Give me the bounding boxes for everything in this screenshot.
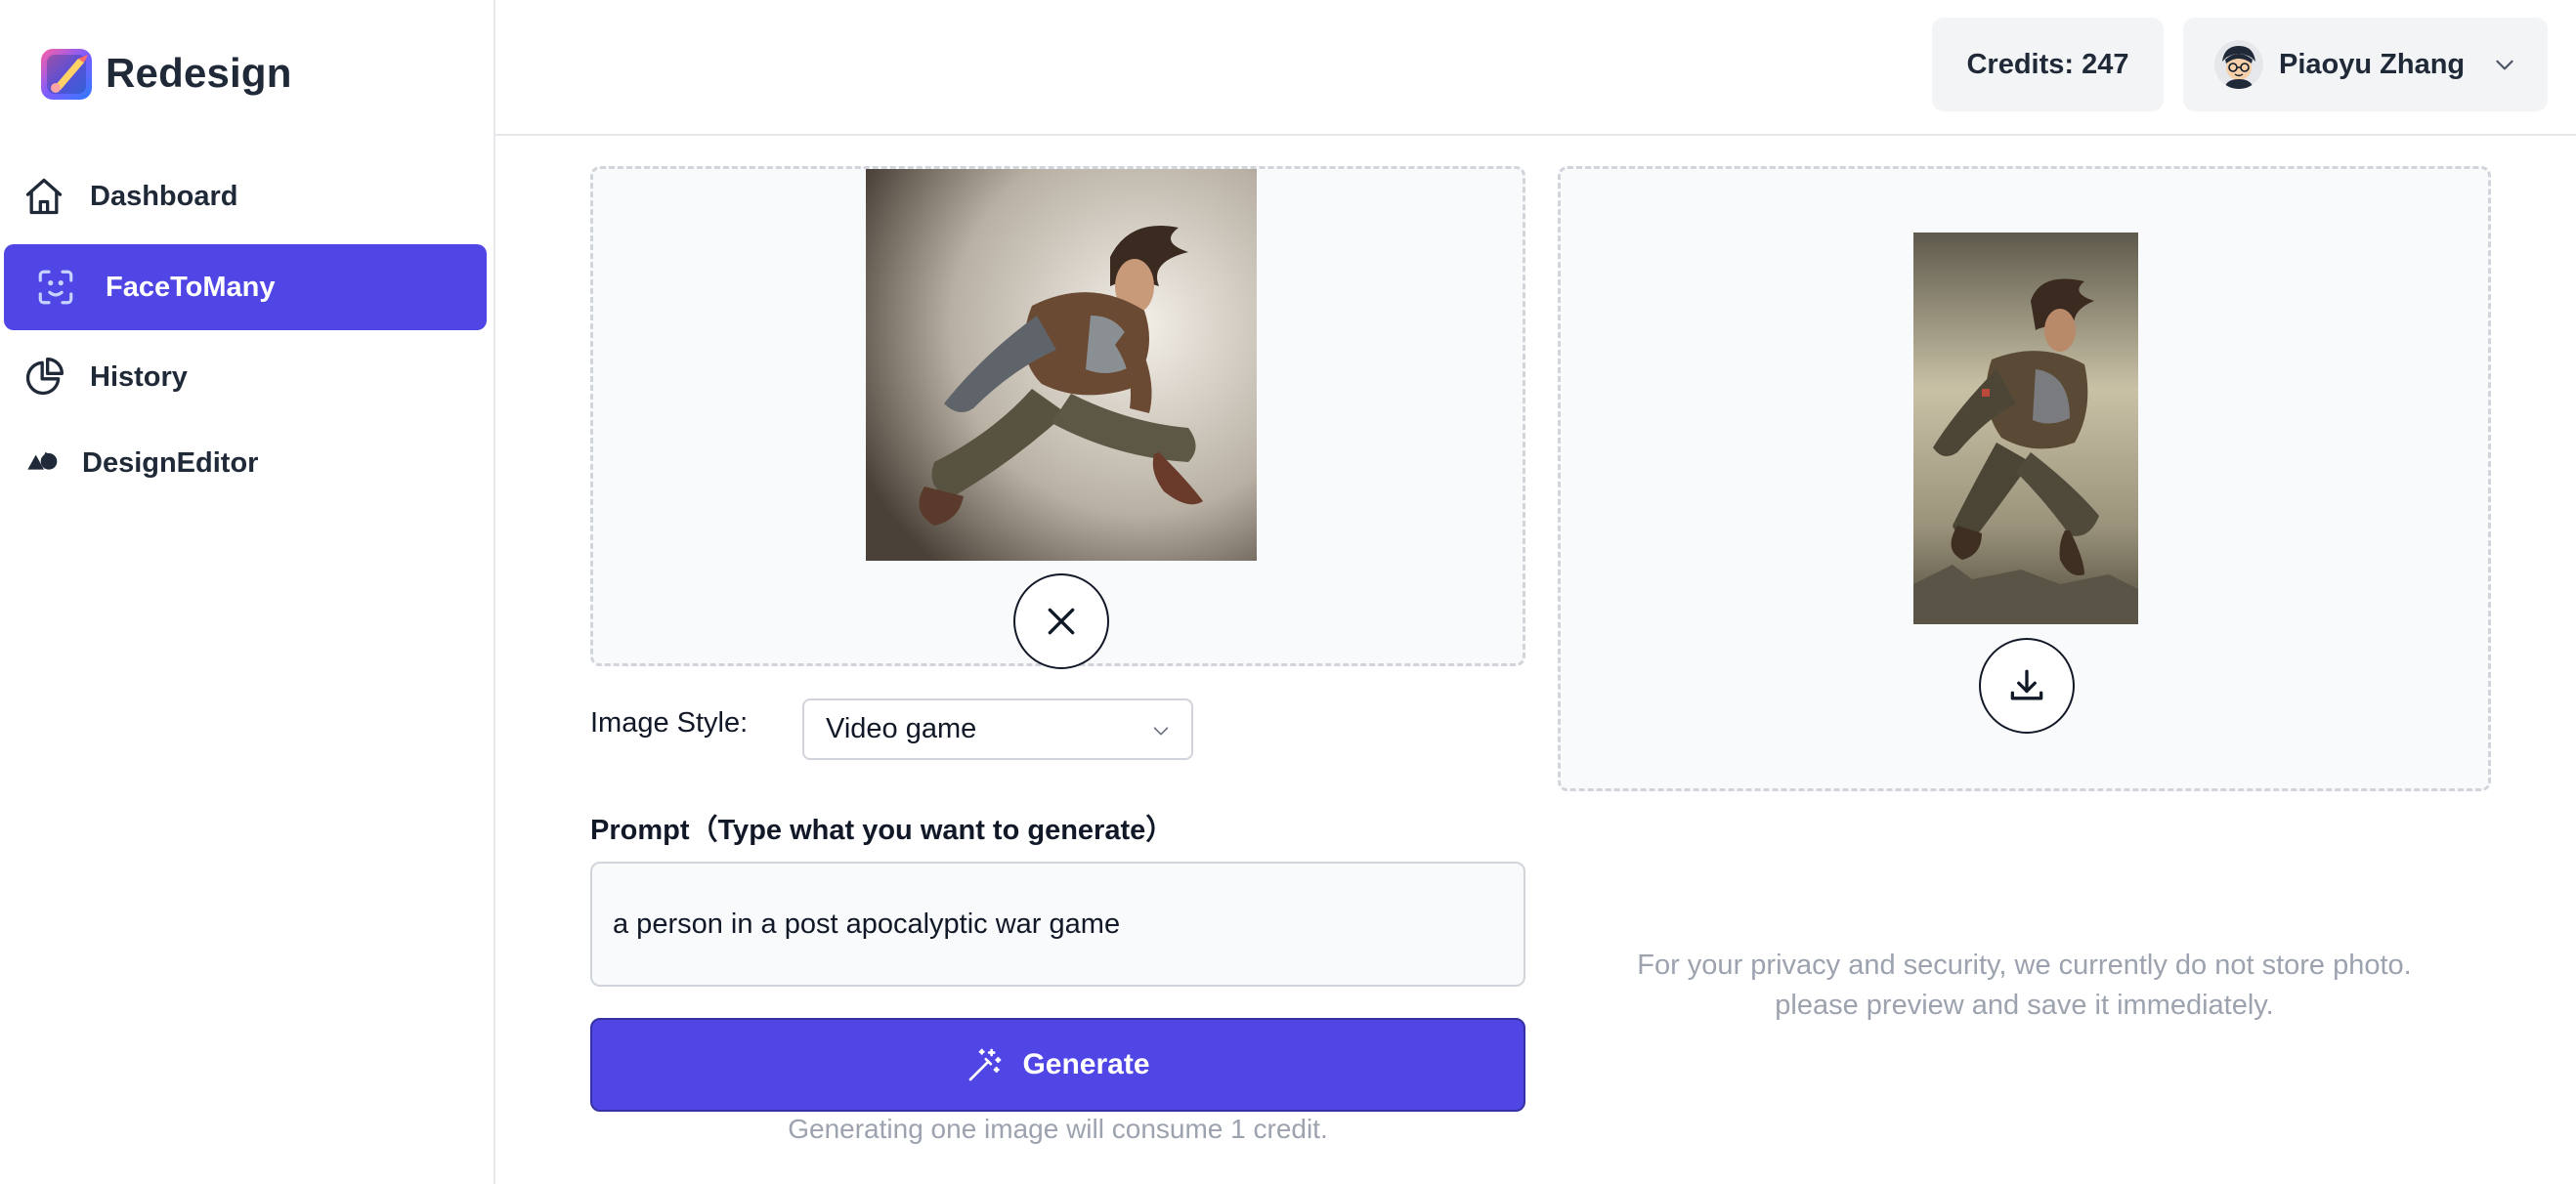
remove-image-button[interactable] [1013, 573, 1109, 669]
prompt-input[interactable] [590, 862, 1525, 987]
prompt-label: Prompt（Type what you want to generate） [590, 815, 1175, 846]
result-image [1913, 233, 2138, 624]
brand[interactable]: Redesign [39, 43, 292, 104]
user-name: Piaoyu Zhang [2279, 48, 2466, 80]
image-style-value: Video game [826, 713, 977, 744]
source-image [866, 169, 1257, 561]
upload-dropzone[interactable] [590, 166, 1525, 669]
sidebar-item-label: DesignEditor [82, 446, 259, 479]
top-header: Credits: 247 Piaoyu Zhang [495, 0, 2576, 136]
generate-button[interactable]: Generate [590, 1018, 1525, 1112]
download-button[interactable] [1979, 638, 2075, 734]
user-menu-button[interactable]: Piaoyu Zhang [2183, 18, 2548, 111]
magic-wand-icon [969, 1048, 1002, 1081]
image-style-label: Image Style: [590, 707, 749, 739]
chevron-down-icon [2496, 60, 2513, 70]
sidebar-item-label: Dashboard [90, 180, 238, 212]
home-icon [21, 174, 66, 219]
sidebar-item-designeditor[interactable]: DesignEditor [4, 420, 487, 506]
sidebar: Redesign Dashboard FaceToMany History De… [0, 0, 495, 1184]
sidebar-item-facetomany[interactable]: FaceToMany [4, 244, 487, 330]
sidebar-item-label: FaceToMany [106, 271, 276, 303]
shapes-icon [21, 441, 66, 486]
credits-badge: Credits: 247 [1932, 18, 2164, 111]
paint-brush-logo-icon [41, 49, 92, 100]
sidebar-item-dashboard[interactable]: Dashboard [4, 153, 487, 239]
download-icon [2010, 669, 2043, 700]
privacy-note-line1: For your privacy and security, we curren… [1637, 950, 2412, 981]
close-icon [1048, 608, 1075, 635]
app-root: Redesign Dashboard FaceToMany History De… [0, 0, 2576, 1184]
image-style-select[interactable]: Video game [802, 698, 1193, 760]
credit-consumption-note: Generating one image will consume 1 cred… [788, 1114, 1328, 1144]
sidebar-item-label: History [90, 360, 188, 393]
result-panel [1558, 166, 2491, 791]
credits-label: Credits: 247 [1966, 48, 2129, 80]
avatar [2214, 40, 2263, 89]
generate-label: Generate [1022, 1048, 1150, 1080]
privacy-note: For your privacy and security, we curren… [1558, 946, 2491, 1026]
chevron-down-icon [1153, 727, 1169, 736]
pie-chart-icon [21, 355, 66, 400]
privacy-note-line2: please preview and save it immediately. [1775, 990, 2274, 1021]
brand-name: Redesign [106, 50, 292, 96]
face-scan-icon [33, 265, 78, 310]
sidebar-item-history[interactable]: History [4, 334, 487, 420]
